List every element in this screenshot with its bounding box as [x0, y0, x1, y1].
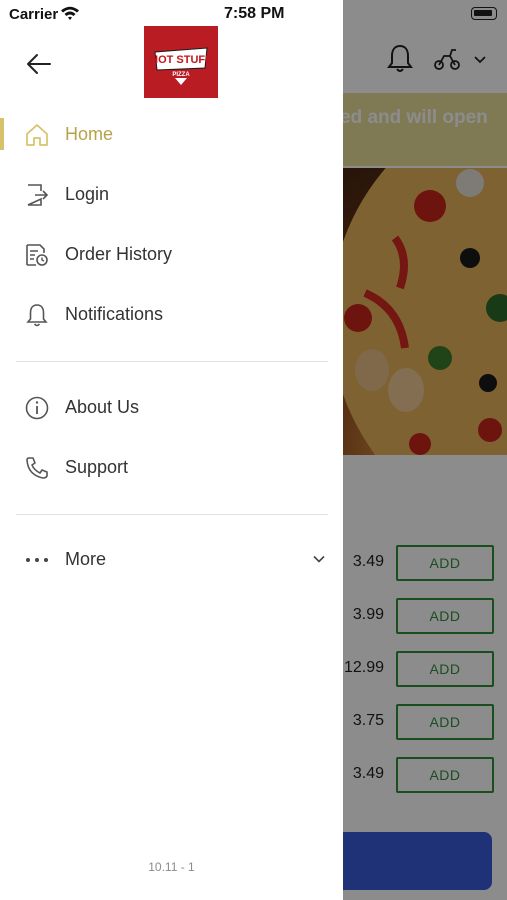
- navigation-drawer: Carrier 7:58 PM HOT STUFF PIZZA Home Log: [0, 0, 343, 900]
- restaurant-logo: HOT STUFF PIZZA: [144, 26, 218, 98]
- menu-item-about-us[interactable]: About Us: [0, 383, 343, 433]
- status-time: 7:58 PM: [224, 5, 285, 22]
- menu-item-home[interactable]: Home: [0, 110, 343, 160]
- menu-item-label: Order History: [65, 244, 173, 264]
- home-icon: [26, 124, 48, 146]
- menu-item-label: Notifications: [65, 304, 164, 324]
- menu-item-support[interactable]: Support: [0, 443, 343, 493]
- menu-item-label: Login: [65, 184, 110, 204]
- carrier-label: Carrier: [9, 6, 59, 23]
- menu-item-label: About Us: [65, 397, 140, 417]
- menu-item-more[interactable]: More: [0, 535, 343, 585]
- logo-text: HOT STUFF: [150, 54, 212, 66]
- phone-icon: [26, 457, 48, 479]
- more-dots-icon: [26, 558, 48, 562]
- menu-divider: [16, 361, 328, 362]
- menu-item-order-history[interactable]: Order History: [0, 230, 343, 280]
- wifi-icon: [61, 6, 79, 20]
- menu-item-notifications[interactable]: Notifications: [0, 290, 343, 340]
- menu-item-label: Home: [65, 124, 114, 144]
- menu-item-login[interactable]: Login: [0, 170, 343, 220]
- menu-item-label: More: [65, 549, 107, 569]
- app-version: 10.11 - 1: [148, 860, 195, 874]
- chevron-down-icon[interactable]: [311, 551, 327, 567]
- login-icon: [27, 184, 49, 206]
- bell-icon: [26, 304, 48, 327]
- back-arrow-icon[interactable]: [24, 50, 54, 78]
- logo-subtext: PIZZA: [172, 72, 190, 78]
- order-history-icon: [26, 244, 48, 266]
- menu-item-label: Support: [65, 457, 129, 477]
- menu-divider: [16, 514, 328, 515]
- info-icon: [25, 396, 49, 420]
